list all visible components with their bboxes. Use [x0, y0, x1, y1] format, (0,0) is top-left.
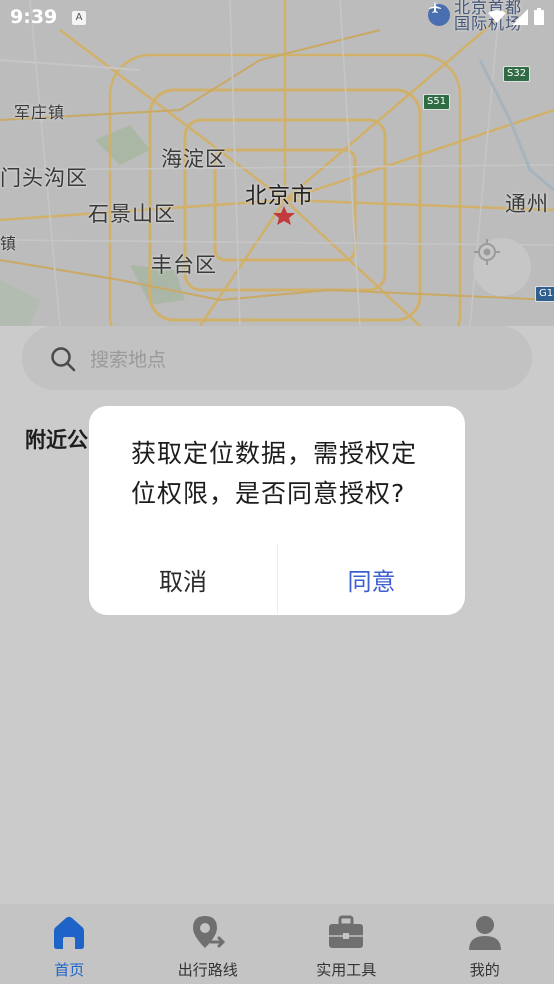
signal-icon — [512, 8, 528, 25]
nav-label-home: 首页 — [54, 961, 85, 979]
search-input[interactable]: 搜索地点 — [90, 345, 166, 372]
user-icon — [468, 916, 501, 950]
map-label-shijingshan: 石景山区 — [88, 202, 176, 226]
cancel-button[interactable]: 取消 — [89, 544, 277, 614]
search-icon — [51, 347, 76, 372]
agree-button[interactable]: 同意 — [278, 544, 465, 614]
nav-label-route: 出行路线 — [177, 961, 238, 979]
nav-label-profile: 我的 — [469, 961, 500, 979]
bottom-nav: 首页 出行路线 实用工具 我的 — [0, 904, 554, 984]
map-label-tongzhou: 通州 — [505, 192, 549, 216]
dialog-message: 获取定位数据，需授权定位权限，是否同意授权? — [131, 439, 418, 508]
route-pin-icon — [192, 916, 225, 948]
map-label-beijing: 北京市 — [245, 184, 315, 209]
map-view[interactable]: 军庄镇 门头沟区 海淀区 北京市 石景山区 丰台区 通州 镇 湖镇 北京首都 国… — [0, 0, 554, 326]
status-time: 9:39 — [10, 6, 58, 28]
nav-item-route[interactable]: 出行路线 — [139, 904, 278, 984]
map-label-junzhuang: 军庄镇 — [14, 103, 66, 122]
search-bar[interactable]: 搜索地点 — [22, 326, 532, 390]
permission-dialog: 获取定位数据，需授权定位权限，是否同意授权? 取消 同意 — [89, 406, 465, 615]
status-icons — [488, 8, 544, 25]
toolbox-icon — [329, 915, 364, 948]
nav-item-tools[interactable]: 实用工具 — [277, 904, 416, 984]
wifi-icon — [488, 9, 506, 23]
map-label-fengtai: 丰台区 — [151, 253, 217, 277]
road-badge-g1: G1 — [535, 286, 554, 302]
nearby-section-title: 附近公 — [25, 428, 88, 452]
road-badge-s51: S51 — [423, 94, 451, 110]
battery-icon — [534, 8, 544, 25]
locate-button[interactable] — [473, 238, 531, 296]
map-label-haidian: 海淀区 — [161, 147, 227, 171]
nav-label-tools: 实用工具 — [316, 961, 377, 979]
map-label-zhen: 镇 — [0, 234, 18, 253]
road-badge-s32: S32 — [503, 66, 531, 82]
home-icon — [54, 916, 85, 949]
status-bar: 9:39 A — [0, 0, 554, 36]
map-label-mentougou: 门头沟区 — [0, 166, 88, 190]
notification-icon: A — [72, 11, 86, 25]
nav-item-profile[interactable]: 我的 — [416, 904, 554, 984]
crosshair-icon — [474, 239, 500, 265]
nav-item-home[interactable]: 首页 — [0, 904, 139, 984]
